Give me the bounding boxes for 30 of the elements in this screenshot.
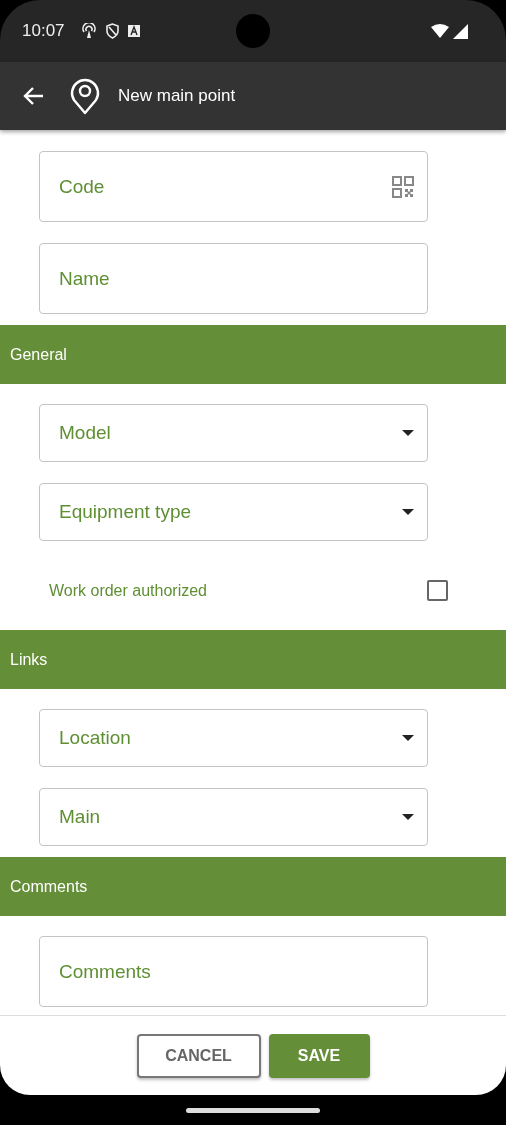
input-field[interactable]: Name xyxy=(39,243,428,314)
shield-icon xyxy=(104,23,120,39)
dropdown-field[interactable]: Equipment type xyxy=(39,483,428,541)
caret-icon xyxy=(402,509,414,515)
dropdown-field[interactable]: Location xyxy=(39,709,428,767)
qr-code-icon[interactable] xyxy=(392,175,414,198)
caret-icon xyxy=(402,814,414,820)
camera-cutout xyxy=(236,14,270,48)
wifi-icon xyxy=(431,24,449,38)
section-header: Links xyxy=(0,630,506,689)
status-time: 10:07 xyxy=(22,20,65,43)
home-indicator[interactable] xyxy=(186,1107,320,1113)
caret-icon xyxy=(402,430,414,436)
hotspot-icon xyxy=(80,23,97,39)
back-arrow-icon[interactable] xyxy=(22,86,44,106)
screen-title: New main point xyxy=(118,85,236,108)
input-field[interactable]: Code xyxy=(39,151,428,222)
section-header: General xyxy=(0,325,506,384)
keyboard-icon xyxy=(127,25,140,37)
caret-icon xyxy=(402,735,414,741)
dropdown-field[interactable]: Model xyxy=(39,404,428,462)
dropdown-field[interactable]: Main xyxy=(39,788,428,846)
location-pin-icon xyxy=(68,77,102,115)
save-button[interactable]: SAVE xyxy=(268,1033,370,1078)
section-header: Comments xyxy=(0,857,506,916)
input-field[interactable]: Comments xyxy=(39,936,428,1007)
signal-icon xyxy=(453,23,468,39)
cancel-button[interactable]: CANCEL xyxy=(136,1033,261,1078)
checkbox-label: Work order authorized xyxy=(49,580,207,601)
checkbox[interactable] xyxy=(427,580,448,601)
